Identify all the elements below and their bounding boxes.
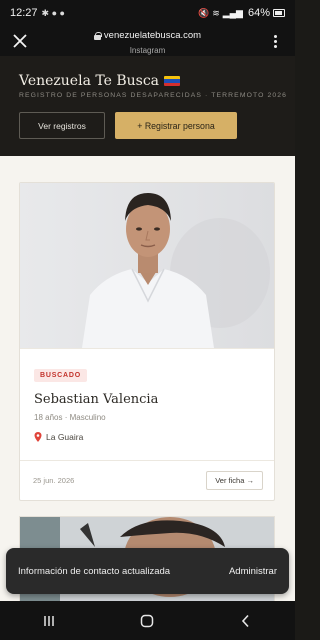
view-records-button[interactable]: Ver registros <box>19 112 105 139</box>
main-content[interactable]: · · · · · · · · · · · · · · · · · <box>0 156 295 601</box>
person-name[interactable]: Sebastian Valencia <box>34 392 260 407</box>
location-pin-icon <box>34 432 42 442</box>
system-navigation-bar <box>0 601 295 640</box>
snackbar-message: Información de contacto actualizada <box>18 565 171 577</box>
recents-icon[interactable] <box>19 601 79 640</box>
site-title-row: Venezuela Te Busca <box>19 73 276 89</box>
view-profile-button[interactable]: Ver ficha → <box>206 471 263 490</box>
battery-icon <box>273 9 285 17</box>
person-card[interactable]: BUSCADO Sebastian Valencia 18 años · Mas… <box>19 182 275 501</box>
status-time: 12:27 <box>10 7 38 19</box>
home-icon[interactable] <box>117 601 177 640</box>
signal-icon: ▂▄▆ <box>222 7 243 18</box>
card-date: 25 jun. 2026 <box>33 476 75 485</box>
person-location: La Guaira <box>34 432 260 442</box>
site-header: Venezuela Te Busca REGISTRO DE PERSONAS … <box>0 56 295 156</box>
close-icon[interactable] <box>0 26 40 56</box>
person-meta: 18 años · Masculino <box>34 413 106 422</box>
person-photo <box>20 183 274 348</box>
site-title[interactable]: Venezuela Te Busca <box>19 73 159 89</box>
back-icon[interactable] <box>216 601 276 640</box>
notification-icons: ✱ ● ● <box>41 7 65 18</box>
battery-level: 64% <box>247 7 270 19</box>
status-bar: 12:27 ✱ ● ● 🔇 ≋ ▂▄▆ 64% <box>0 0 295 26</box>
header-actions: Ver registros + Registrar persona <box>19 112 276 139</box>
lock-icon <box>93 32 102 41</box>
more-vert-icon[interactable] <box>255 26 295 56</box>
register-person-button[interactable]: + Registrar persona <box>115 112 237 139</box>
status-indicators: 🔇 ≋ ▂▄▆ 64% <box>198 7 285 19</box>
wifi-icon: ≋ <box>212 7 220 18</box>
source-label: Instagram <box>129 45 166 55</box>
snackbar-action-button[interactable]: Administrar <box>229 566 277 577</box>
location-text: La Guaira <box>46 432 84 442</box>
address-bar[interactable]: venezuelatebusca.com Instagram <box>40 27 255 55</box>
url-text: venezuelatebusca.com <box>103 29 202 41</box>
scrolled-text-fragment: · · · · · · · · · · · · · · · · · <box>0 156 295 159</box>
card-body: BUSCADO Sebastian Valencia 18 años · Mas… <box>20 348 274 442</box>
venezuela-flag-icon <box>164 76 181 86</box>
snackbar: Información de contacto actualizada Admi… <box>6 548 289 594</box>
browser-toolbar: venezuelatebusca.com Instagram <box>0 26 295 56</box>
status-badge: BUSCADO <box>34 369 87 382</box>
card-footer: 25 jun. 2026 Ver ficha → <box>20 460 274 500</box>
site-subtitle: REGISTRO DE PERSONAS DESAPARECIDAS · TER… <box>19 92 287 99</box>
mute-icon: 🔇 <box>197 7 210 18</box>
